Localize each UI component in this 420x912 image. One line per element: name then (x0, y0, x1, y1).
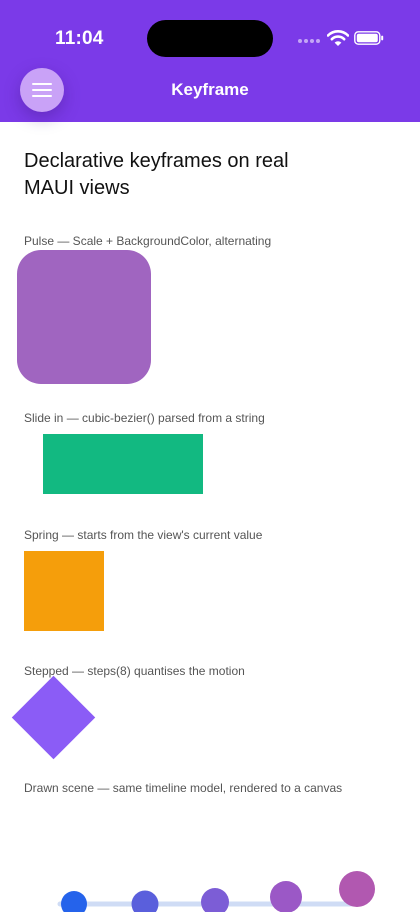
scene-dot (270, 881, 302, 912)
scene-dot (131, 890, 159, 912)
dynamic-island (147, 20, 273, 57)
drawn-scene-canvas (57, 871, 375, 912)
spring-demo-view (24, 551, 104, 631)
signal-dots-icon (298, 39, 322, 43)
pulse-demo-view (17, 250, 151, 384)
slide-caption: Slide in — cubic-bezier() parsed from a … (24, 411, 265, 425)
status-time: 11:04 (55, 28, 104, 49)
scene-dot (61, 891, 87, 912)
wifi-icon (327, 30, 349, 46)
content-heading: Declarative keyframes on real MAUI views (24, 150, 289, 199)
scene-dot (201, 888, 229, 912)
drawn-scene-caption: Drawn scene — same timeline model, rende… (24, 781, 343, 795)
app-header: 11:04 Keyframe (0, 0, 420, 122)
pulse-caption: Pulse — Scale + BackgroundColor, alterna… (24, 234, 272, 248)
stepped-demo-view (11, 675, 96, 760)
battery-icon (354, 31, 384, 45)
stepped-caption: Stepped — steps(8) quantises the motion (24, 664, 245, 678)
scene-dot (339, 871, 375, 907)
spring-caption: Spring — starts from the view's current … (24, 528, 263, 542)
page-title: Keyframe (171, 80, 249, 99)
slide-demo-view (43, 434, 203, 494)
